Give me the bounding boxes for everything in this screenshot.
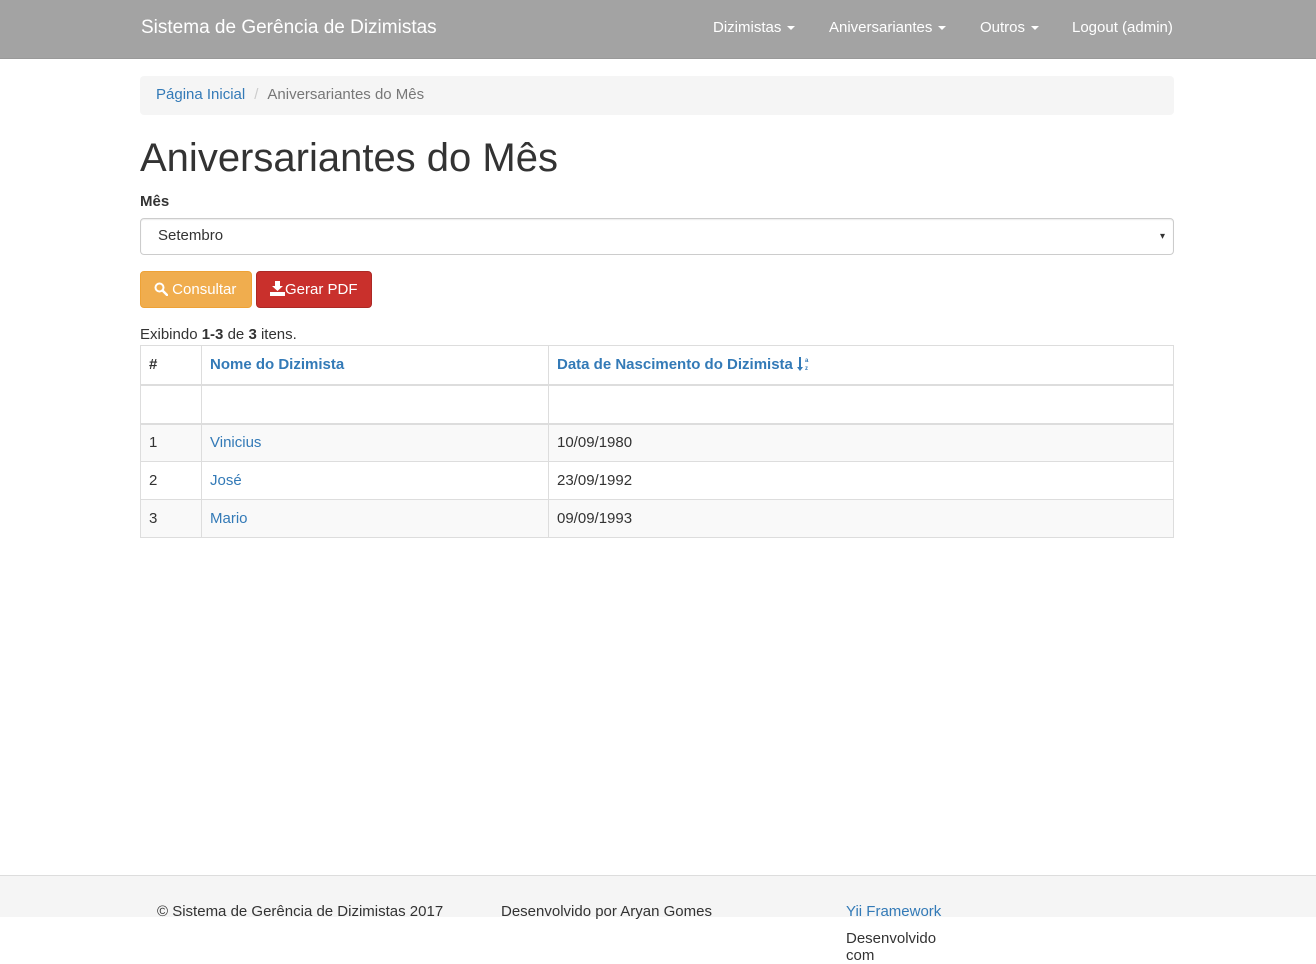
caret-down-icon (938, 26, 947, 31)
consultar-button[interactable]: Consultar (140, 271, 252, 308)
header-nome: Nome do Dizimista (201, 345, 549, 386)
breadcrumb-separator: / (254, 86, 259, 103)
breadcrumb-home-link[interactable]: Página Inicial (156, 86, 245, 103)
summary-middle: de (227, 326, 245, 343)
footer-developer: Desenvolvido por Aryan Gomes (501, 903, 712, 920)
dizimista-link[interactable]: Vinicius (210, 434, 261, 451)
caret-down-icon (1031, 26, 1040, 31)
summary-prefix: Exibindo (140, 326, 198, 343)
header-data: Data de Nascimento do Dizimista az (548, 345, 1174, 386)
dropdown-arrow-icon: ▾ (1159, 231, 1165, 242)
consultar-label: Consultar (172, 281, 237, 298)
dizimista-link[interactable]: José (210, 472, 242, 489)
filter-cell (140, 384, 202, 425)
row-data: 23/09/1992 (548, 461, 1174, 500)
page-title: Aniversariantes do Mês (140, 136, 558, 180)
table-row: 3 Mario 09/09/1993 (140, 499, 1174, 538)
row-data: 09/09/1993 (548, 499, 1174, 538)
month-select-value: Setembro (158, 227, 224, 244)
nav-dizimistas-dropdown[interactable]: Dizimistas (713, 19, 796, 36)
nav-aniversariantes-dropdown[interactable]: Aniversariantes (829, 19, 947, 36)
footer-powered: Desenvolvido com Yii Framework (846, 903, 941, 964)
dizimista-link[interactable]: Mario (210, 510, 248, 527)
summary-suffix: itens. (260, 326, 297, 343)
row-nome: Mario (201, 499, 549, 538)
row-number: 1 (140, 423, 202, 462)
summary-text: Exibindo 1-3 de 3 itens. (140, 326, 297, 343)
svg-text:a: a (805, 358, 809, 364)
row-nome: José (201, 461, 549, 500)
filter-cell (201, 384, 549, 425)
logout-link[interactable]: Logout (admin) (1072, 19, 1173, 36)
aniversariantes-table: # Nome do Dizimista Data de Nascimento d… (140, 345, 1174, 538)
table-header-row: # Nome do Dizimista Data de Nascimento d… (140, 345, 1174, 386)
row-number: 2 (140, 461, 202, 500)
sort-data-link[interactable]: Data de Nascimento do Dizimista az (557, 356, 811, 373)
search-icon (154, 282, 169, 297)
summary-total: 3 (248, 326, 257, 343)
footer: © Sistema de Gerência de Dizimistas 2017… (0, 875, 1316, 964)
gerar-pdf-button[interactable]: Gerar PDF (256, 271, 372, 308)
sort-nome-link[interactable]: Nome do Dizimista (210, 356, 344, 373)
breadcrumb-current: Aniversariantes do Mês (267, 86, 425, 103)
sort-data-label: Data de Nascimento do Dizimista (557, 356, 793, 374)
nav-dizimistas-label: Dizimistas (713, 19, 782, 36)
navbar: Sistema de Gerência de Dizimistas Dizimi… (0, 0, 1316, 59)
filter-cell (548, 384, 1174, 425)
row-number: 3 (140, 499, 202, 538)
svg-text:z: z (805, 366, 808, 372)
table-filter-row (140, 384, 1174, 425)
month-select[interactable]: Setembro ▾ (140, 218, 1174, 255)
nav-outros-dropdown[interactable]: Outros (980, 19, 1040, 36)
nav-outros-label: Outros (980, 19, 1026, 36)
nav-aniversariantes-label: Aniversariantes (829, 19, 933, 36)
table-row: 1 Vinicius 10/09/1980 (140, 423, 1174, 462)
summary-range: 1-3 (201, 326, 224, 343)
caret-down-icon (787, 26, 796, 31)
header-number: # (140, 345, 202, 386)
table-row: 2 José 23/09/1992 (140, 461, 1174, 500)
brand-link[interactable]: Sistema de Gerência de Dizimistas (141, 17, 437, 39)
sort-ascending-icon: az (797, 357, 809, 372)
month-label: Mês (140, 193, 170, 210)
row-nome: Vinicius (201, 423, 549, 462)
breadcrumb: Página Inicial / Aniversariantes do Mês (140, 76, 1174, 115)
gerar-pdf-label: Gerar PDF (285, 281, 358, 298)
footer-copyright: © Sistema de Gerência de Dizimistas 2017 (157, 903, 444, 920)
download-icon (270, 281, 285, 296)
yii-framework-link[interactable]: Yii Framework (846, 903, 941, 920)
row-data: 10/09/1980 (548, 423, 1174, 462)
footer-powered-prefix: Desenvolvido com (846, 930, 937, 964)
